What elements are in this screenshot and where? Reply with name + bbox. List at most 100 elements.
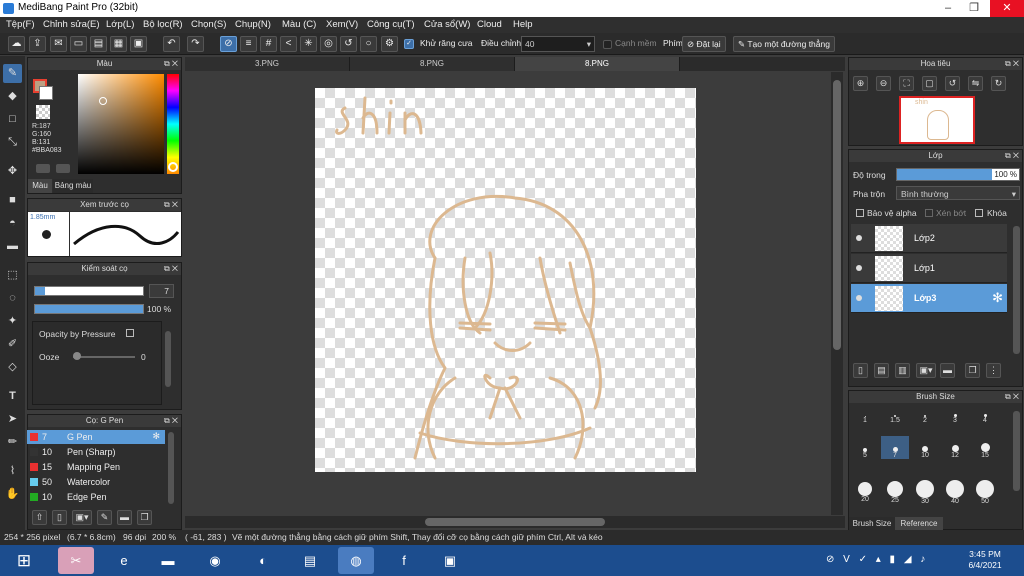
taskbar-store-icon[interactable]: ▤ [292, 547, 328, 574]
drawing-canvas[interactable] [315, 88, 696, 472]
layer-scrollbar[interactable] [1013, 226, 1020, 354]
magic-wand-tool-icon[interactable]: ✦ [3, 312, 22, 331]
taskbar-folder-icon[interactable]: ▬ [150, 547, 186, 574]
actual-size-icon[interactable]: ▢ [922, 76, 937, 91]
restore-icon[interactable]: ❐ [963, 0, 985, 17]
bucket-tool-icon[interactable]: ◓ [3, 214, 22, 233]
menu-layer[interactable]: Lớp(L) [106, 19, 134, 30]
hand-tool-icon[interactable]: ✋ [3, 485, 22, 504]
brush-size-slider[interactable] [34, 286, 144, 296]
taskbar-game-icon[interactable]: ▣ [432, 547, 468, 574]
menu-filter[interactable]: Bộ lọc(R) [143, 19, 183, 30]
menu-cloud[interactable]: Cloud [477, 19, 502, 30]
size-preset-40[interactable]: 40 [941, 480, 969, 505]
size-preset-50[interactable]: 50 [971, 480, 999, 505]
eraser-tool-icon[interactable]: ◆ [3, 87, 22, 106]
brush-item-g-pen[interactable]: 7 G Pen ✻ [27, 430, 165, 444]
snap-curve-icon[interactable]: ↺ [340, 36, 357, 52]
size-preset-25[interactable]: 25 [881, 480, 909, 504]
vertical-scroll-thumb[interactable] [833, 80, 841, 350]
new-halftone-layer-icon[interactable]: ▤ [874, 363, 889, 378]
picker-cursor[interactable] [99, 97, 107, 105]
brush-tool-icon[interactable]: ✎ [3, 64, 22, 83]
zoom-in-icon[interactable]: ⊕ [853, 76, 868, 91]
layer-item-3[interactable]: Lớp3 ✻ [851, 284, 1007, 313]
brush-size-value[interactable]: 7 [149, 284, 174, 298]
brush-opacity-slider[interactable] [34, 304, 144, 314]
straight-line-button[interactable]: ✎ Tạo một đường thẳng [733, 36, 835, 52]
gear-icon[interactable]: ✻ [992, 290, 1003, 306]
grid-icon[interactable]: ▦ [110, 36, 127, 52]
tab-doc-2[interactable]: 8.PNG [350, 57, 515, 71]
menu-capture[interactable]: Chụp(N) [235, 19, 271, 30]
tab-reference[interactable]: Reference [895, 517, 943, 530]
folder-icon[interactable]: ▬ [117, 510, 132, 525]
saturation-value-picker[interactable] [78, 74, 164, 174]
snap-vanish-icon[interactable]: < [280, 36, 297, 52]
divide-tool-icon[interactable]: ✏ [3, 433, 22, 452]
snap-parallel-icon[interactable]: ≡ [240, 36, 257, 52]
move-tool-icon[interactable]: ✥ [3, 162, 22, 181]
eye-icon[interactable] [856, 265, 862, 271]
edge-checkbox[interactable] [603, 40, 612, 49]
size-preset-12[interactable]: 12 [941, 436, 969, 459]
size-preset-15[interactable]: 15 [971, 436, 999, 459]
system-tray-icons[interactable]: ⊘ V ✓ ▴ ▮ ◢ ♪ [826, 554, 928, 565]
opacity-pressure-checkbox[interactable] [126, 329, 134, 337]
blend-dropdown[interactable]: Bình thường ▾ [896, 186, 1020, 200]
snap-circle-icon[interactable]: ◎ [320, 36, 337, 52]
add-brush-icon[interactable]: ⇧ [32, 510, 47, 525]
menu-help[interactable]: Help [513, 19, 533, 30]
brush-list-scrollbar[interactable] [168, 432, 174, 504]
size-preset-20[interactable]: 20 [851, 480, 879, 503]
layer-more-icon[interactable]: ⋮ [986, 363, 1001, 378]
navigator-preview[interactable]: shin [899, 96, 975, 144]
size-preset-10[interactable]: 10 [911, 436, 939, 459]
gradient-tool-icon[interactable]: ▬ [3, 237, 22, 256]
protect-alpha-checkbox[interactable] [856, 209, 864, 217]
ooze-handle[interactable] [73, 352, 81, 360]
menu-edit[interactable]: Chỉnh sửa(E) [43, 19, 100, 30]
panel-close-icon[interactable]: ⧉ ✕ [164, 199, 178, 211]
snap-cross-icon[interactable]: # [260, 36, 277, 52]
lasso-tool-icon[interactable]: ◌ [3, 289, 22, 308]
size-preset-2[interactable]: 2 [911, 405, 939, 424]
select-pen-tool-icon[interactable]: ✐ [3, 335, 22, 354]
taskbar-snip-icon[interactable]: ✂ [58, 547, 94, 574]
menu-color[interactable]: Màu (C) [282, 19, 316, 30]
duplicate-layer-icon[interactable]: ❐ [965, 363, 980, 378]
snap-off-icon[interactable]: ⊘ [220, 36, 237, 52]
size-preset-1[interactable]: 1 [851, 405, 879, 424]
adjust-dropdown[interactable]: 40 ▾ [521, 36, 595, 52]
snap-settings-icon[interactable]: ⚙ [381, 36, 398, 52]
new-brush-icon[interactable]: ▯ [52, 510, 67, 525]
size-preset-1-5[interactable]: 1.5 [881, 405, 909, 424]
layer-item-1[interactable]: Lớp1 [851, 254, 1007, 283]
fill-rect-tool-icon[interactable]: ■ [3, 191, 22, 210]
panel-close-icon[interactable]: ⧉ ✕ [164, 415, 178, 427]
menu-view[interactable]: Xem(V) [326, 19, 358, 30]
brush-item-watercolor[interactable]: 50 Watercolor [27, 475, 165, 489]
size-preset-3[interactable]: 3 [941, 405, 969, 424]
brush-add-menu-icon[interactable]: ▣▾ [72, 510, 92, 525]
eye-icon[interactable] [856, 295, 862, 301]
taskbar-ie-icon[interactable]: e [106, 547, 142, 574]
taskbar-coccoc-icon[interactable]: ◐ [245, 547, 281, 574]
taskbar-chrome-icon[interactable]: ◉ [197, 547, 233, 574]
layers-icon[interactable]: ▣ [130, 36, 147, 52]
size-preset-30[interactable]: 30 [911, 480, 939, 505]
minimize-icon[interactable]: – [937, 0, 959, 17]
panel-close-icon[interactable]: ⧉ ✕ [1005, 391, 1019, 403]
snap-ellipse-icon[interactable]: ○ [360, 36, 377, 52]
panel-close-icon[interactable]: ⧉ ✕ [164, 263, 178, 275]
zoom-out-icon[interactable]: ⊖ [876, 76, 891, 91]
gear-icon[interactable]: ✻ [152, 431, 160, 442]
menu-tools[interactable]: Công cụ(T) [367, 19, 415, 30]
lock-checkbox[interactable] [975, 209, 983, 217]
tab-color[interactable]: Màu [28, 179, 52, 193]
select-eraser-tool-icon[interactable]: ◇ [3, 358, 22, 377]
save-icon[interactable]: ▤ [90, 36, 107, 52]
menu-select[interactable]: Chọn(S) [191, 19, 226, 30]
panel-close-icon[interactable]: ⧉ ✕ [1005, 58, 1019, 70]
close-icon[interactable]: ✕ [990, 0, 1024, 17]
